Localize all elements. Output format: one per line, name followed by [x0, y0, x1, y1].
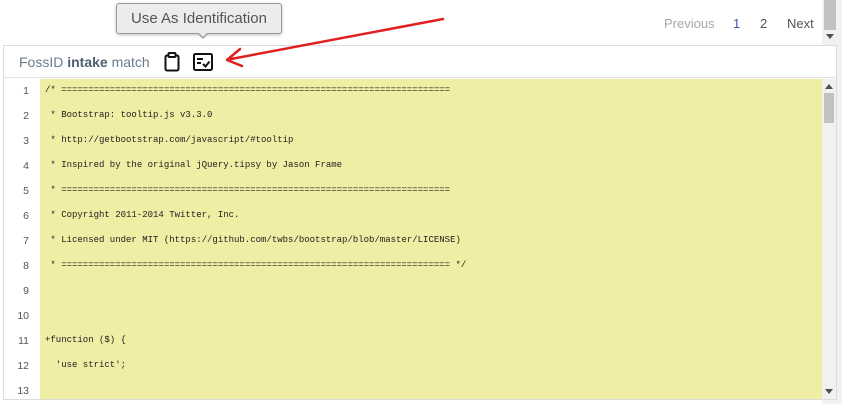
panel-title: FossID intake match	[19, 54, 150, 70]
code-line: 9	[4, 279, 822, 304]
code-line: 10	[4, 304, 822, 329]
code-text: * http://getbootstrap.com/javascript/#to…	[45, 135, 294, 145]
panel-title-bold: intake	[67, 54, 108, 70]
code-line: 13	[4, 379, 822, 399]
code-line: 2 * Bootstrap: tooltip.js v3.3.0	[4, 104, 822, 129]
page-scrollbar-thumb[interactable]	[824, 0, 836, 30]
code-scrollbar[interactable]	[822, 79, 836, 399]
code-line: 6 * Copyright 2011-2014 Twitter, Inc.	[4, 204, 822, 229]
code-scrollbar-thumb[interactable]	[824, 93, 834, 123]
code-text: * Copyright 2011-2014 Twitter, Inc.	[45, 210, 240, 220]
pagination: Previous 1 2 Next	[664, 16, 814, 31]
line-number: 11	[18, 335, 29, 347]
code-text: +function ($) {	[45, 335, 127, 345]
tooltip: Use As Identification	[116, 3, 282, 34]
line-number: 9	[23, 285, 29, 297]
pagination-page-2[interactable]: 2	[760, 16, 767, 31]
code-line: 7 * Licensed under MIT (https://github.c…	[4, 229, 822, 254]
panel-title-prefix: FossID	[19, 54, 64, 70]
line-number: 7	[23, 235, 29, 247]
code-line: 4 * Inspired by the original jQuery.tips…	[4, 154, 822, 179]
code-line: 8 * ====================================…	[4, 254, 822, 279]
code-text: /* =====================================…	[45, 85, 451, 95]
line-number: 13	[17, 385, 29, 397]
pagination-next[interactable]: Next	[787, 16, 814, 31]
code-text: * ======================================…	[45, 260, 467, 270]
code-text: 'use strict';	[45, 360, 127, 370]
code-text: * Inspired by the original jQuery.tipsy …	[45, 160, 343, 170]
code-viewer[interactable]: 1 /* ====================================…	[4, 79, 836, 399]
line-number: 8	[23, 260, 29, 272]
code-line: 12 'use strict';	[4, 354, 822, 379]
line-number: 5	[23, 185, 29, 197]
panel-header: FossID intake match	[4, 46, 836, 78]
code-line: 3 * http://getbootstrap.com/javascript/#…	[4, 129, 822, 154]
code-line: 5 * ====================================…	[4, 179, 822, 204]
line-number: 1	[23, 85, 29, 97]
pagination-previous[interactable]: Previous	[664, 16, 726, 31]
line-number: 3	[23, 135, 29, 147]
page-scroll-down-icon[interactable]	[826, 34, 834, 39]
line-number: 4	[23, 160, 29, 172]
checklist-icon[interactable]	[192, 51, 214, 73]
code-scroll-down-icon[interactable]	[825, 389, 833, 394]
code-text: * Bootstrap: tooltip.js v3.3.0	[45, 110, 213, 120]
line-number: 10	[17, 310, 29, 322]
code-scroll-up-icon[interactable]	[825, 84, 833, 89]
code-text: * ======================================…	[45, 185, 451, 195]
panel-title-suffix: match	[111, 54, 150, 70]
code-text: * Licensed under MIT (https://github.com…	[45, 235, 461, 245]
code-line: 1 /* ====================================…	[4, 79, 822, 104]
clipboard-icon[interactable]	[161, 51, 183, 73]
line-number: 6	[23, 210, 29, 222]
tooltip-arrow-inner	[198, 32, 208, 37]
match-panel: FossID intake match 1 /* ================…	[3, 45, 837, 400]
pagination-page-1[interactable]: 1	[733, 16, 740, 31]
code-line: 11 +function ($) {	[4, 329, 822, 354]
line-number: 2	[23, 110, 29, 122]
line-number: 12	[17, 360, 29, 372]
